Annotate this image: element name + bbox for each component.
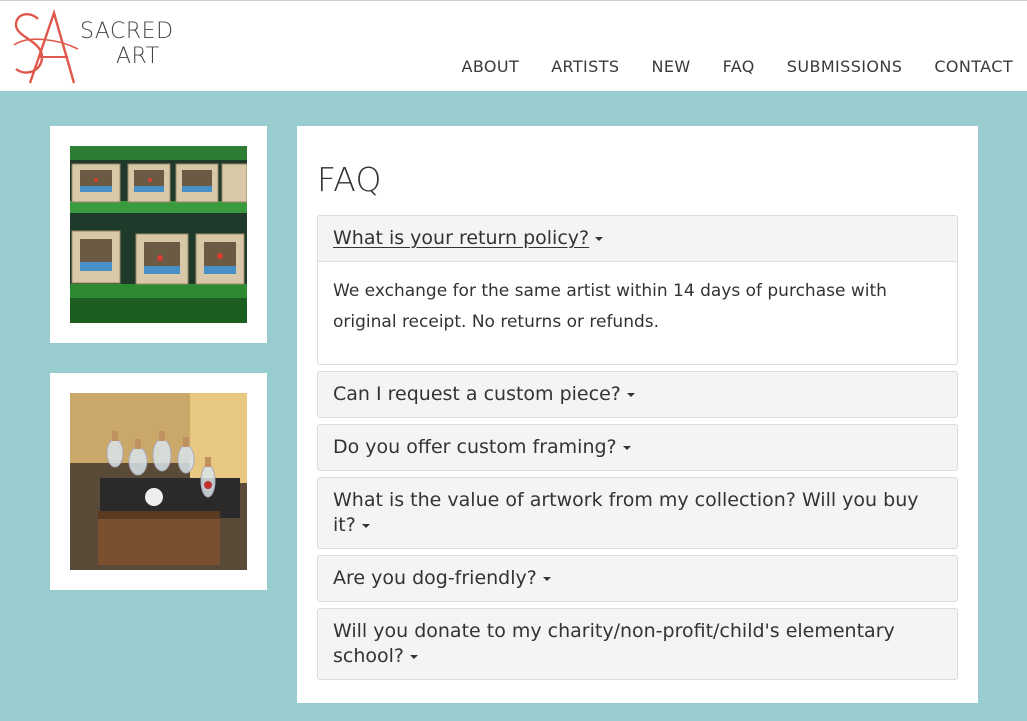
caret-down-icon (622, 445, 631, 450)
logo-wordmark: SACRED ART (80, 19, 174, 69)
faq-question-toggle[interactable]: What is your return policy? (318, 216, 957, 261)
faq-panel: FAQ What is your return policy? We excha… (297, 126, 978, 703)
faq-question-text: What is the value of artwork from my col… (333, 489, 919, 536)
gallery-photo-frame-2 (50, 373, 267, 590)
faq-answer: We exchange for the same artist within 1… (318, 261, 957, 364)
faq-item: What is the value of artwork from my col… (317, 477, 958, 549)
sa-monogram-logo (13, 8, 79, 84)
faq-item: Can I request a custom piece? (317, 371, 958, 418)
caret-down-icon (542, 576, 551, 581)
nav-artists[interactable]: ARTISTS (551, 57, 619, 76)
main-nav: ABOUT ARTISTS NEW FAQ SUBMISSIONS CONTAC… (461, 57, 1013, 76)
faq-item: Do you offer custom framing? (317, 424, 958, 471)
faq-question-toggle[interactable]: Are you dog-friendly? (318, 556, 957, 601)
faq-item: Are you dog-friendly? (317, 555, 958, 602)
page-title: FAQ (317, 160, 382, 199)
nav-about[interactable]: ABOUT (461, 57, 519, 76)
site-header: SACRED ART ABOUT ARTISTS NEW FAQ SUBMISS… (0, 0, 1027, 91)
gallery-photo-frame-1 (50, 126, 267, 343)
nav-faq[interactable]: FAQ (723, 57, 755, 76)
logo-line-1: SACRED (80, 19, 174, 44)
faq-accordion: What is your return policy? We exchange … (317, 215, 958, 686)
faq-question-toggle[interactable]: What is the value of artwork from my col… (318, 478, 957, 548)
caret-down-icon (626, 392, 635, 397)
faq-item: What is your return policy? We exchange … (317, 215, 958, 365)
bottle-sculpture-photo (70, 393, 247, 570)
faq-question-toggle[interactable]: Can I request a custom piece? (318, 372, 957, 417)
nav-submissions[interactable]: SUBMISSIONS (787, 57, 903, 76)
faq-item: Will you donate to my charity/non-profit… (317, 608, 958, 680)
site-logo[interactable]: SACRED ART (8, 5, 178, 89)
caret-down-icon (410, 654, 418, 659)
nav-contact[interactable]: CONTACT (934, 57, 1013, 76)
faq-question-text: Will you donate to my charity/non-profit… (333, 620, 895, 667)
shadowbox-display-photo (70, 146, 247, 323)
faq-question-text: What is your return policy? (333, 227, 590, 249)
faq-question-text: Can I request a custom piece? (333, 383, 621, 405)
faq-question-toggle[interactable]: Will you donate to my charity/non-profit… (318, 609, 957, 679)
logo-line-2: ART (116, 44, 160, 69)
caret-down-icon (361, 523, 370, 528)
nav-new[interactable]: NEW (651, 57, 690, 76)
caret-down-icon (595, 236, 604, 241)
faq-question-toggle[interactable]: Do you offer custom framing? (318, 425, 957, 470)
faq-question-text: Are you dog-friendly? (333, 567, 537, 589)
faq-question-text: Do you offer custom framing? (333, 436, 617, 458)
